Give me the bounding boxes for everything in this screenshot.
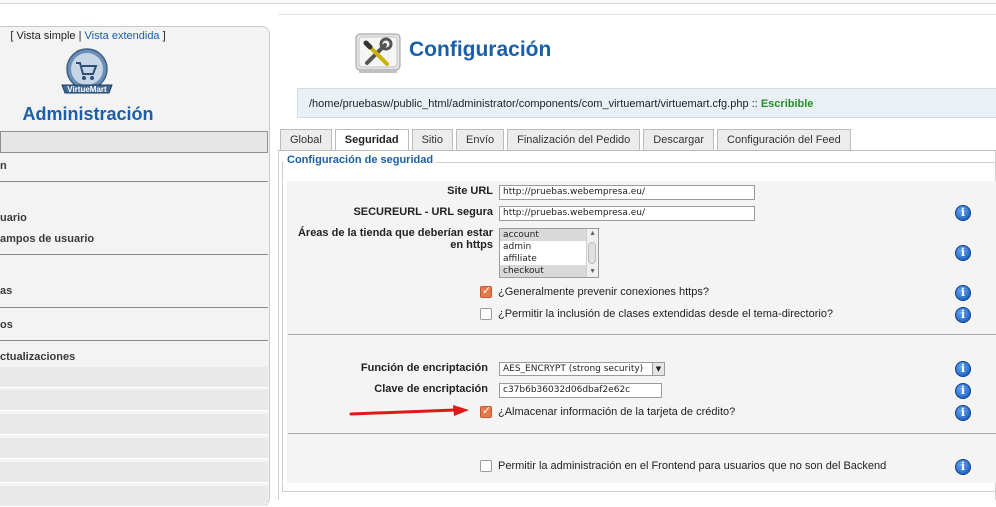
sidebar-item-5[interactable]: os xyxy=(0,319,13,331)
https-areas-label-line1: Áreas de la tienda que deberían estar xyxy=(297,227,493,239)
sidebar-item-blank[interactable] xyxy=(0,414,268,435)
security-legend: Configuración de seguridad xyxy=(284,154,437,166)
encrypt-key-input[interactable]: c37b6b36032d06dbaf2e62c xyxy=(499,383,662,398)
list-item[interactable]: affiliate xyxy=(500,253,598,265)
config-path: /home/pruebasw/public_html/administrator… xyxy=(309,98,749,110)
virtuemart-logo: VirtueMart xyxy=(61,48,113,94)
https-areas-label-line2: en https xyxy=(450,239,493,251)
sidebar-separator xyxy=(0,307,268,308)
tab-configuracion-feed[interactable]: Configuración del Feed xyxy=(717,129,851,151)
https-areas-label: Áreas de la tienda que deberían estar en… xyxy=(290,227,493,251)
writable-status: Escribible xyxy=(760,98,814,110)
extended-classes-checkbox[interactable] xyxy=(480,308,492,320)
sidebar-separator xyxy=(0,340,268,341)
encrypt-function-select[interactable]: AES_ENCRYPT (strong security) ▼ xyxy=(499,362,665,376)
page-title: Configuración xyxy=(409,38,552,61)
info-icon[interactable]: i xyxy=(955,383,971,399)
scroll-down-icon[interactable]: ▼ xyxy=(589,268,596,276)
tab-seguridad[interactable]: Seguridad xyxy=(334,129,409,151)
config-tabs: Global Seguridad Sitio Envío Finalizació… xyxy=(280,129,854,151)
list-item[interactable]: admin xyxy=(500,241,598,253)
config-path-bar: /home/pruebasw/public_html/administrator… xyxy=(297,88,996,118)
encrypt-function-value: AES_ENCRYPT (strong security) xyxy=(503,364,644,374)
info-icon[interactable]: i xyxy=(955,361,971,377)
section-divider xyxy=(288,433,996,434)
https-areas-listbox[interactable]: account admin affiliate checkout ▲ ▼ xyxy=(499,228,599,278)
red-arrow-annotation xyxy=(349,405,469,416)
encrypt-function-label: Función de encriptación xyxy=(360,362,488,374)
frontend-admin-label: Permitir la administración en el Fronten… xyxy=(498,460,887,472)
info-icon[interactable]: i xyxy=(955,285,971,301)
sidebar-separator xyxy=(0,254,268,255)
view-simple-link[interactable]: Vista simple xyxy=(16,30,75,42)
view-mode-links: [ Vista simple | Vista extendida ] xyxy=(0,30,176,42)
top-divider xyxy=(278,14,996,15)
site-url-input[interactable]: http://pruebas.webempresa.eu/ xyxy=(499,185,755,200)
sidebar-item-1[interactable]: n xyxy=(0,160,7,172)
store-cc-checkbox[interactable] xyxy=(480,404,492,418)
top-border xyxy=(0,0,996,4)
tab-descargar[interactable]: Descargar xyxy=(643,129,715,151)
sidebar-item-blank[interactable] xyxy=(0,367,268,388)
tab-finalizacion-pedido[interactable]: Finalización del Pedido xyxy=(507,129,641,151)
info-icon[interactable]: i xyxy=(955,307,971,323)
sidebar-item-2[interactable]: uario xyxy=(0,212,27,224)
prevent-https-label: ¿Generalmente prevenir conexiones https? xyxy=(498,286,709,298)
sidebar-separator xyxy=(0,181,268,182)
view-extended-link[interactable]: Vista extendida xyxy=(85,30,160,42)
info-icon[interactable]: i xyxy=(955,405,971,421)
frontend-admin-checkbox[interactable] xyxy=(480,460,492,472)
sidebar-item-blank[interactable] xyxy=(0,438,268,459)
sidebar-item-blank[interactable] xyxy=(0,462,268,483)
path-separator: :: xyxy=(751,98,758,110)
sidebar-item-4[interactable]: as xyxy=(0,285,12,297)
wrench-screwdriver-icon xyxy=(355,33,401,73)
extended-classes-label: ¿Permitir la inclusión de clases extendi… xyxy=(498,308,834,320)
secure-url-label: SECUREURL - URL segura xyxy=(353,206,493,218)
view-close-bracket: ] xyxy=(162,30,166,42)
sidebar-item-blank[interactable] xyxy=(0,486,268,507)
sidebar-item-6[interactable]: ctualizaciones xyxy=(0,351,75,363)
view-separator: | xyxy=(78,30,82,42)
secure-url-input[interactable]: http://pruebas.webempresa.eu/ xyxy=(499,206,755,221)
section-divider xyxy=(288,334,996,335)
tab-envio[interactable]: Envío xyxy=(456,129,505,151)
scrollbar-thumb[interactable] xyxy=(588,242,596,264)
admin-title: Administración xyxy=(22,104,154,124)
sidebar-menu-header[interactable] xyxy=(0,131,268,153)
tab-sitio[interactable]: Sitio xyxy=(411,129,453,151)
scroll-up-icon[interactable]: ▲ xyxy=(589,230,596,238)
list-item[interactable]: account xyxy=(500,229,598,241)
tab-global[interactable]: Global xyxy=(280,129,332,151)
info-icon[interactable]: i xyxy=(955,205,971,221)
view-open-bracket: [ xyxy=(10,30,14,42)
site-url-label: Site URL xyxy=(447,185,493,197)
info-icon[interactable]: i xyxy=(955,245,971,261)
encrypt-key-label: Clave de encriptación xyxy=(374,383,488,395)
list-item[interactable]: checkout xyxy=(500,265,598,277)
prevent-https-checkbox[interactable] xyxy=(480,284,492,298)
logo-text: VirtueMart xyxy=(67,85,107,94)
sidebar-item-blank[interactable] xyxy=(0,390,268,411)
store-cc-label: ¿Almacenar información de la tarjeta de … xyxy=(498,406,736,418)
sidebar-item-3[interactable]: ampos de usuario xyxy=(0,233,94,245)
chevron-down-icon[interactable]: ▼ xyxy=(652,363,664,375)
info-icon[interactable]: i xyxy=(955,459,971,475)
